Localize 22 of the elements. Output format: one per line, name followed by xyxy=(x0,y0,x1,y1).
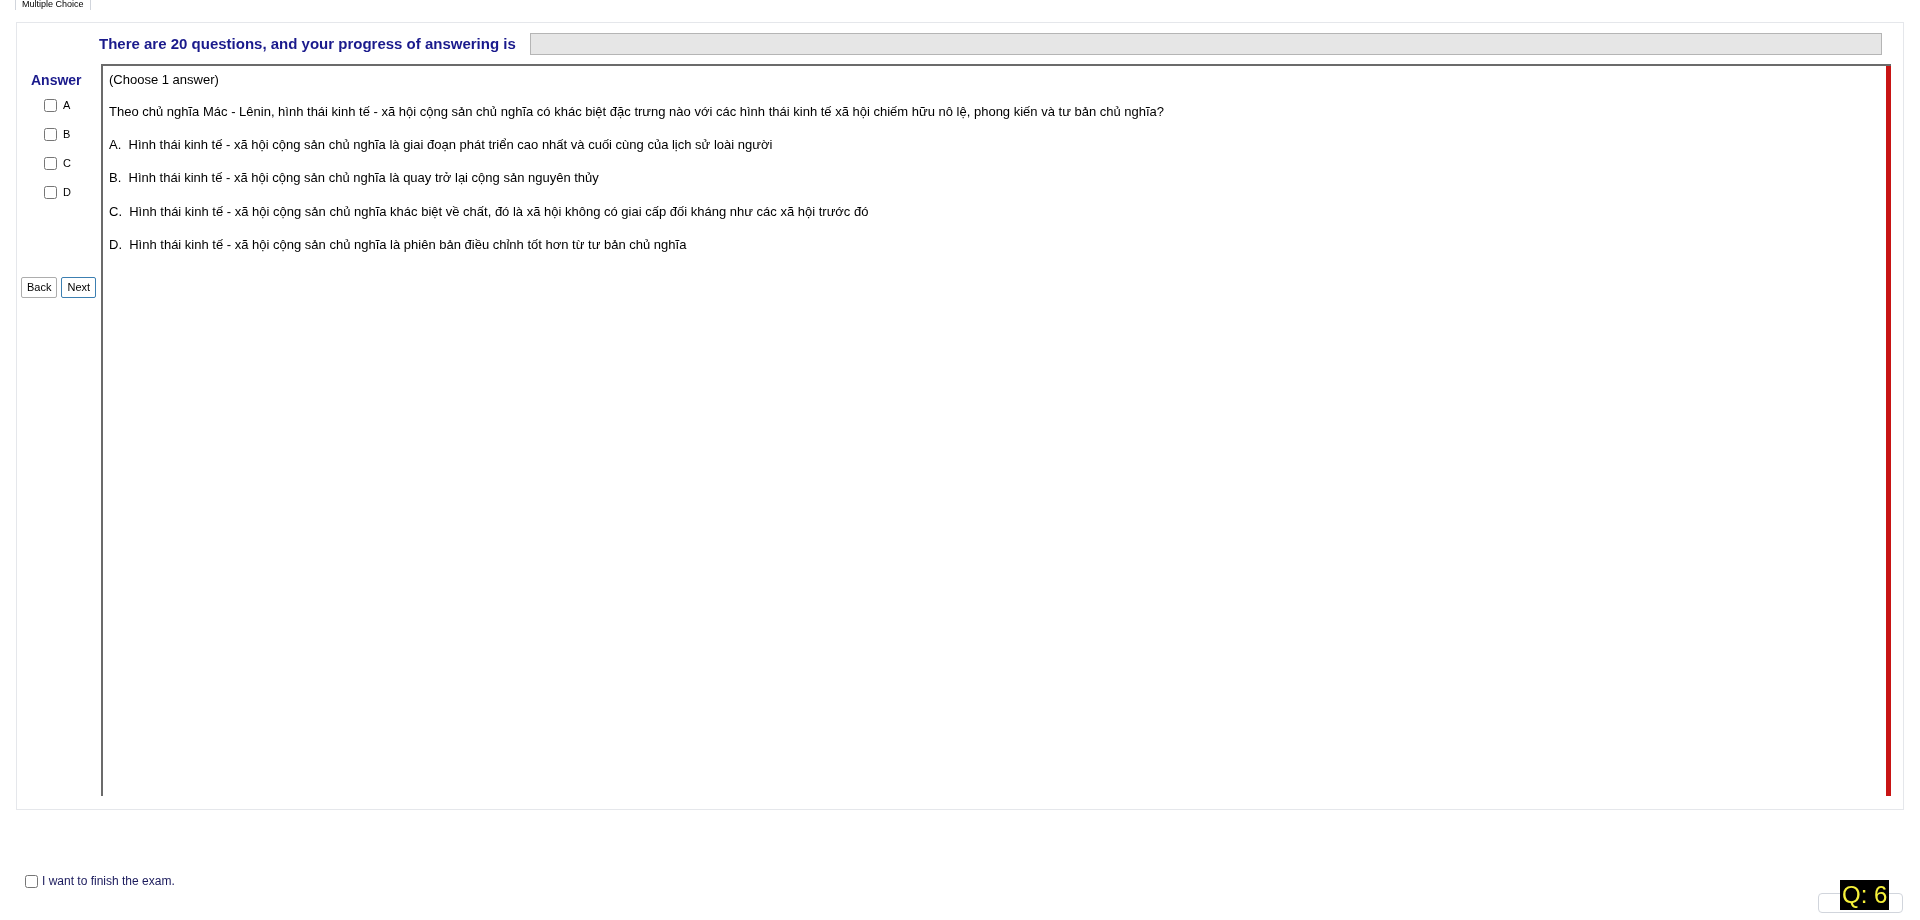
answer-heading: Answer xyxy=(31,70,83,90)
answer-checkbox[interactable] xyxy=(44,98,57,112)
choice-text: B. Hình thái kinh tế - xã hội cộng sản chủ nghĩa là quay trở lại cộng sản nguyên thủy xyxy=(109,169,600,187)
question-text: Theo chủ nghĩa Mác - Lênin, hình thái kinh tế - xã hội cộng sản chủ nghĩa có khác biệt đặc trưng nào với các hình thái kinh tế xã hội chiếm hữu nô lệ, phong kiến và tư bản chủ nghĩa? xyxy=(109,103,1166,121)
finish-label: I want to finish the exam. xyxy=(42,873,175,890)
answer-checkbox[interactable] xyxy=(44,185,57,199)
choice-text: D. Hình thái kinh tế - xã hội cộng sản chủ nghĩa là phiên bản điều chỉnh tốt hơn từ tư bản chủ nghĩa xyxy=(109,236,688,254)
answer-checkbox[interactable] xyxy=(44,156,57,170)
option-label: C xyxy=(63,156,71,170)
choice-text: C. Hình thái kinh tế - xã hội cộng sản chủ nghĩa khác biệt về chất, đó là xã hội không có giai cấp đối kháng như các xã hội trước đó xyxy=(109,202,870,221)
nav-button[interactable]: Back xyxy=(21,276,58,298)
option-label: A xyxy=(63,98,71,112)
finish-checkbox[interactable] xyxy=(25,874,38,888)
progress-label: There are 20 questions, and your progress of answering is xyxy=(99,34,516,54)
choice-text: A. Hình thái kinh tế - xã hội cộng sản chủ nghĩa là giai đoạn phát triển cao nhất và cuối cùng của lịch sử loài người xyxy=(109,135,774,154)
option-label: B xyxy=(63,127,71,141)
nav-button[interactable]: Next xyxy=(61,276,97,298)
option-label: D xyxy=(63,185,71,199)
question-counter: Q: 6 xyxy=(1840,880,1890,910)
instruction-text: (Choose 1 answer) xyxy=(109,70,220,89)
answer-checkbox[interactable] xyxy=(44,127,57,141)
tab[interactable]: Multiple Choice xyxy=(15,0,91,10)
